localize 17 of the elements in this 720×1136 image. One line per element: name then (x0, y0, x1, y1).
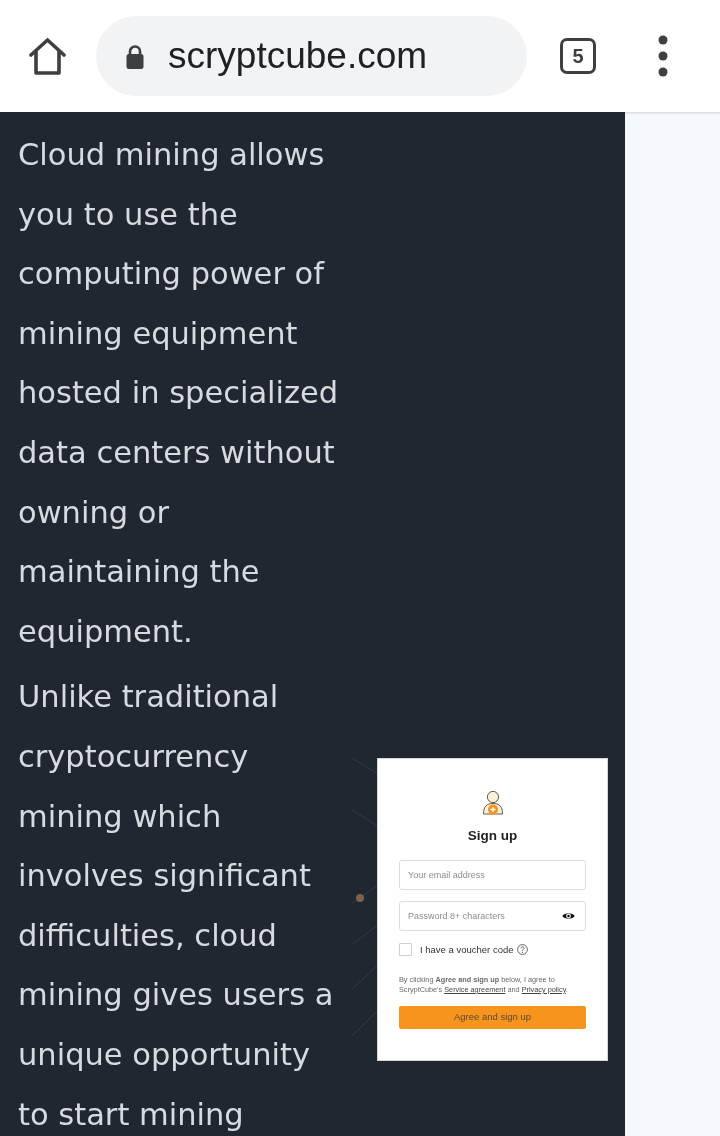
user-add-icon (480, 790, 505, 816)
email-field[interactable]: Your email address (399, 860, 586, 890)
voucher-checkbox[interactable] (399, 943, 412, 956)
tab-count-button[interactable]: 5 (560, 38, 596, 74)
password-field[interactable]: Password 8+ characters (399, 901, 586, 931)
signup-button[interactable]: Agree and sign up (399, 1006, 586, 1029)
voucher-label: I have a voucher code (420, 943, 514, 956)
url-text: scryptcube.com (168, 34, 428, 78)
lock-icon (125, 43, 145, 69)
address-bar[interactable]: scryptcube.com (96, 16, 527, 96)
body-paragraph: Unlike traditional cryptocurrency mining which involves significant difficulties, cloud mining gives users a unique opportunity to start mining (18, 678, 335, 1134)
body-paragraph: Cloud mining allows you to use the computing power of mining equipment hosted in specialized data centers without owning or maintaining the equipment. (18, 136, 340, 651)
help-icon[interactable] (517, 944, 529, 955)
signup-title: Sign up (467, 828, 518, 844)
home-icon[interactable] (29, 37, 66, 75)
eye-icon[interactable] (562, 912, 575, 920)
menu-icon[interactable] (658, 35, 668, 77)
